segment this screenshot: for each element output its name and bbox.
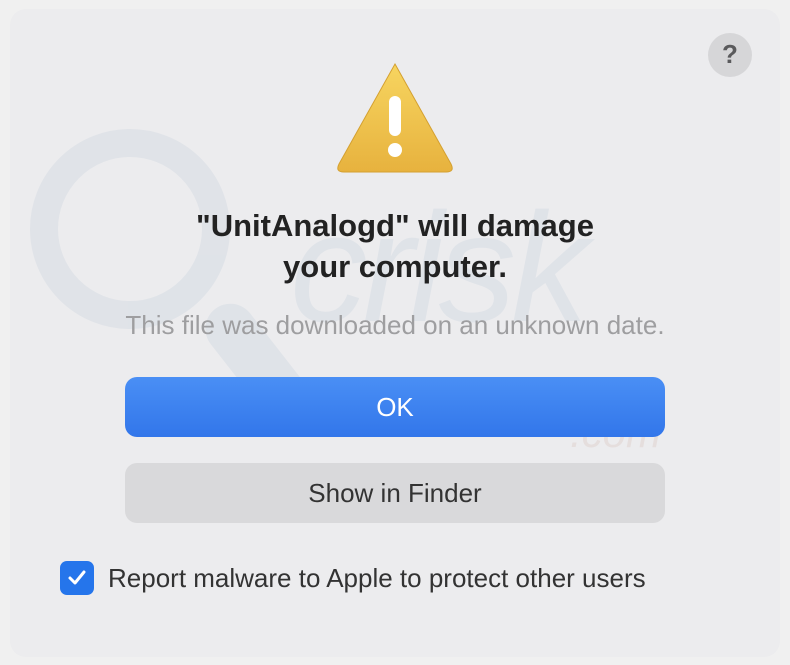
title-line-2: your computer. xyxy=(283,249,507,284)
button-stack: OK Show in Finder xyxy=(125,377,665,523)
ok-button[interactable]: OK xyxy=(125,377,665,437)
dialog-subtitle: This file was downloaded on an unknown d… xyxy=(125,310,664,341)
report-malware-label: Report malware to Apple to protect other… xyxy=(108,563,646,594)
checkmark-icon xyxy=(66,567,88,589)
alert-dialog: crisk .com ? "UnitAnalogd" will damage y… xyxy=(10,9,780,657)
help-button[interactable]: ? xyxy=(708,33,752,77)
show-in-finder-button[interactable]: Show in Finder xyxy=(125,463,665,523)
help-icon: ? xyxy=(722,39,738,70)
report-malware-row: Report malware to Apple to protect other… xyxy=(60,561,646,595)
title-line-1: "UnitAnalogd" will damage xyxy=(196,208,594,243)
report-malware-checkbox[interactable] xyxy=(60,561,94,595)
warning-icon xyxy=(330,57,460,177)
dialog-title: "UnitAnalogd" will damage your computer. xyxy=(196,205,594,289)
